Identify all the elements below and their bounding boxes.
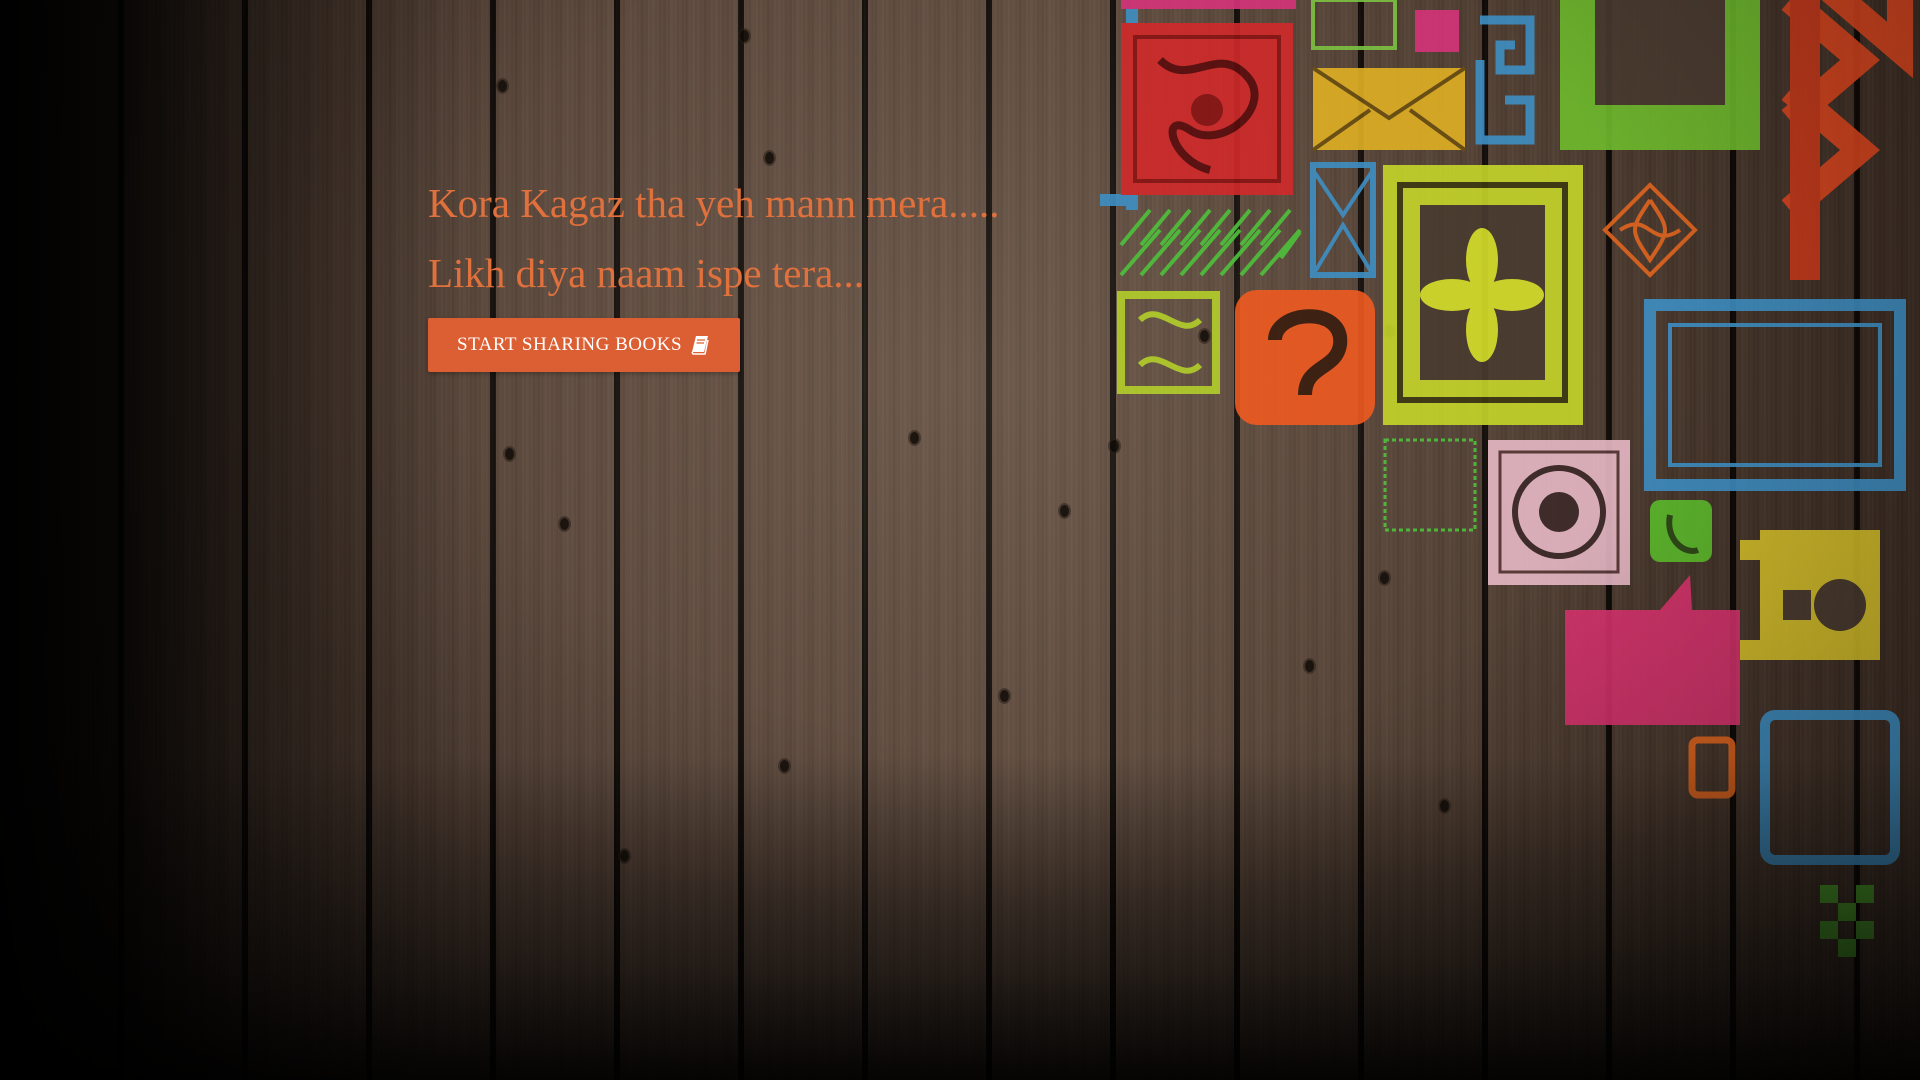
wood-knot bbox=[1060, 505, 1069, 517]
decorative-pattern-art bbox=[1100, 0, 1913, 957]
hero-line-2: Likh diya naam ispe tera... bbox=[428, 250, 865, 296]
wood-knot bbox=[780, 760, 789, 772]
envelope-shape bbox=[1313, 68, 1465, 150]
blue-frame-shape bbox=[1644, 299, 1906, 491]
wood-knot bbox=[560, 518, 569, 530]
hero-line-1: Kora Kagaz tha yeh mann mera..... bbox=[428, 180, 1000, 226]
wood-knot bbox=[910, 432, 919, 444]
start-sharing-books-button[interactable]: START SHARING BOOKS bbox=[428, 318, 741, 372]
speech-bubble-shape bbox=[1565, 610, 1740, 725]
wood-knot bbox=[765, 152, 774, 164]
cta-label: START SHARING BOOKS bbox=[457, 334, 683, 355]
wood-knot bbox=[505, 448, 514, 460]
wood-knot bbox=[620, 850, 629, 862]
wood-knot bbox=[740, 30, 749, 42]
hero-background: Kora Kagaz tha yeh mann mera..... Likh d… bbox=[0, 0, 1920, 1080]
wood-knot bbox=[498, 80, 507, 92]
hero-content: Kora Kagaz tha yeh mann mera..... Likh d… bbox=[428, 168, 999, 372]
wood-knot bbox=[1000, 690, 1009, 702]
book-icon bbox=[690, 335, 710, 355]
